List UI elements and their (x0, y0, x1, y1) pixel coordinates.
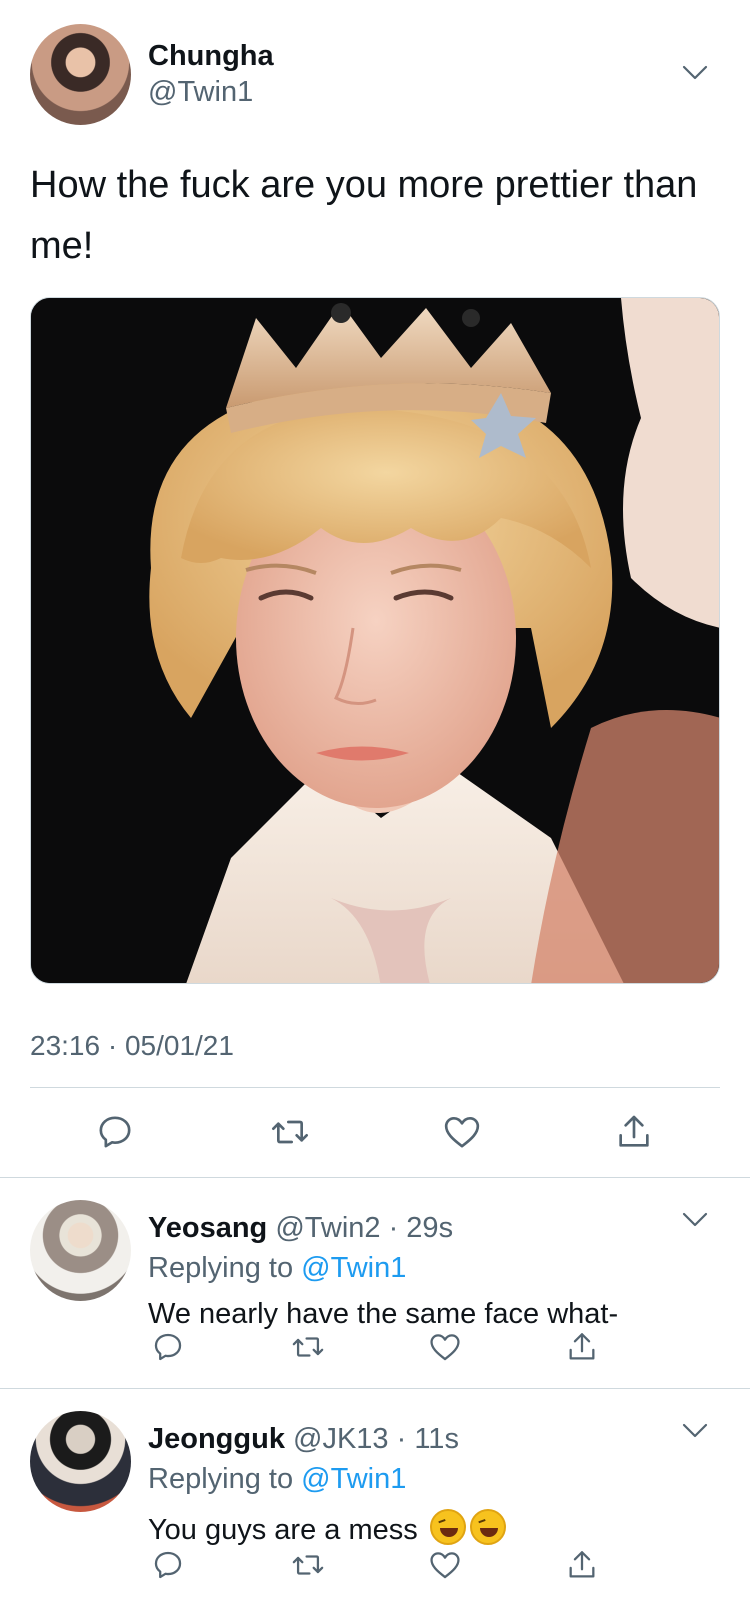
tweet-photo[interactable] (30, 297, 720, 984)
like-icon[interactable] (440, 1110, 484, 1154)
chevron-down-icon[interactable] (682, 65, 708, 81)
reply-text-body: You guys are a mess (148, 1514, 426, 1546)
reply-header: Yeosang @Twin2 · 29s (148, 1212, 453, 1245)
replying-mention-link[interactable]: @Twin1 (301, 1463, 406, 1495)
replying-prefix: Replying to (148, 1463, 302, 1495)
reply-header: Jeongguk @JK13 · 11s (148, 1423, 459, 1456)
replying-to: Replying to @Twin1 (148, 1463, 406, 1496)
main-tweet: Chungha @Twin1 How the fuck are you more… (0, 0, 750, 1178)
replying-mention-link[interactable]: @Twin1 (301, 1252, 406, 1284)
replying-to: Replying to @Twin1 (148, 1252, 406, 1285)
reply-tweet[interactable]: Jeongguk @JK13 · 11s Replying to @Twin1 … (0, 1389, 750, 1601)
share-icon[interactable] (612, 1110, 656, 1154)
author-name[interactable]: Chungha (148, 40, 274, 73)
tweet-text: How the fuck are you more prettier than … (30, 164, 698, 267)
reply-icon[interactable] (93, 1110, 137, 1154)
chevron-down-icon[interactable] (682, 1212, 708, 1228)
replying-prefix: Replying to (148, 1252, 302, 1284)
reply-handle-time: @Twin2 · 29s (267, 1212, 454, 1244)
divider (30, 1087, 720, 1088)
reply-text: We nearly have the same face what- (148, 1298, 619, 1330)
reply-author-name[interactable]: Yeosang (148, 1212, 267, 1244)
share-icon[interactable] (560, 1543, 604, 1587)
reply-tweet[interactable]: Yeosang @Twin2 · 29s Replying to @Twin1 … (0, 1178, 750, 1386)
like-icon[interactable] (423, 1325, 467, 1369)
retweet-icon[interactable] (286, 1543, 330, 1587)
author-avatar[interactable] (30, 24, 131, 125)
reply-text: You guys are a mess 🤣🤣 (148, 1509, 506, 1547)
share-icon[interactable] (560, 1325, 604, 1369)
author-handle[interactable]: @Twin1 (148, 76, 253, 109)
reply-icon[interactable] (146, 1543, 190, 1587)
reply-avatar[interactable] (30, 1411, 131, 1512)
reply-handle-time: @JK13 · 11s (284, 1423, 459, 1455)
rofl-emoji-icon (469, 1509, 506, 1545)
retweet-icon[interactable] (268, 1110, 312, 1154)
retweet-icon[interactable] (286, 1325, 330, 1369)
like-icon[interactable] (423, 1543, 467, 1587)
chevron-down-icon[interactable] (682, 1423, 708, 1439)
rofl-emoji-icon (429, 1509, 466, 1545)
reply-author-name[interactable]: Jeongguk (148, 1423, 285, 1455)
reply-icon[interactable] (146, 1325, 190, 1369)
reply-avatar[interactable] (30, 1200, 131, 1301)
tweet-timestamp: 23:16 · 05/01/21 (30, 1030, 234, 1061)
